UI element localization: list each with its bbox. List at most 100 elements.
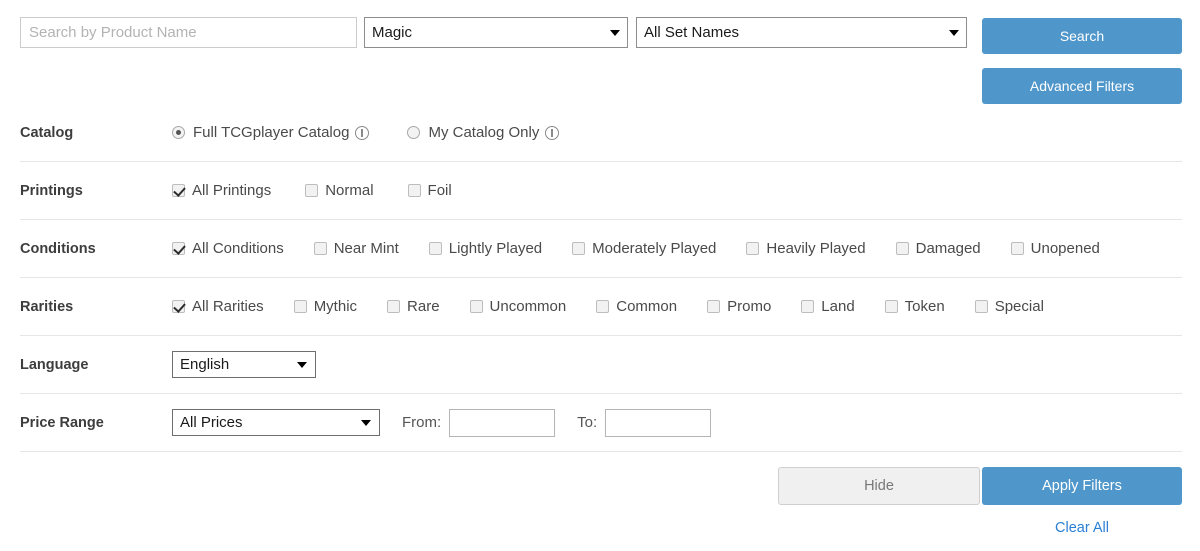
checkbox-option-common[interactable]: Common: [596, 298, 677, 315]
checkbox-label: Land: [821, 298, 854, 315]
clear-all-link[interactable]: Clear All: [982, 520, 1182, 536]
hide-button[interactable]: Hide: [778, 467, 980, 505]
checkbox-label: Moderately Played: [592, 240, 716, 257]
checkbox-option-all-printings[interactable]: All Printings: [172, 182, 271, 199]
checkbox-icon[interactable]: [387, 300, 400, 313]
checkbox-icon[interactable]: [172, 184, 185, 197]
checkbox-label: Near Mint: [334, 240, 399, 257]
catalog-label: Catalog: [20, 125, 148, 141]
checkbox-icon[interactable]: [896, 242, 909, 255]
filter-row-language: Language English: [20, 336, 1182, 394]
checkbox-label: Normal: [325, 182, 373, 199]
checkbox-icon[interactable]: [975, 300, 988, 313]
checkbox-icon[interactable]: [1011, 242, 1024, 255]
checkbox-option-damaged[interactable]: Damaged: [896, 240, 981, 257]
info-icon[interactable]: [355, 126, 369, 140]
filter-rows: Catalog Full TCGplayer Catalog My Catalo…: [20, 104, 1182, 452]
checkbox-label: Heavily Played: [766, 240, 865, 257]
checkbox-option-promo[interactable]: Promo: [707, 298, 771, 315]
checkbox-option-foil[interactable]: Foil: [408, 182, 452, 199]
advanced-filters-button[interactable]: Advanced Filters: [982, 68, 1182, 104]
price-range-select[interactable]: All Prices: [172, 409, 380, 436]
checkbox-label: Token: [905, 298, 945, 315]
checkbox-icon[interactable]: [596, 300, 609, 313]
category-select[interactable]: Magic: [364, 17, 628, 48]
chevron-down-icon: [610, 30, 620, 36]
apply-filters-button[interactable]: Apply Filters: [982, 467, 1182, 505]
checkbox-icon[interactable]: [408, 184, 421, 197]
checkbox-label: Special: [995, 298, 1044, 315]
checkbox-icon[interactable]: [172, 242, 185, 255]
checkbox-option-moderately-played[interactable]: Moderately Played: [572, 240, 716, 257]
language-select-value: English: [180, 356, 229, 373]
checkbox-label: Damaged: [916, 240, 981, 257]
checkbox-option-all-conditions[interactable]: All Conditions: [172, 240, 284, 257]
conditions-label: Conditions: [20, 241, 148, 257]
checkbox-option-uncommon[interactable]: Uncommon: [470, 298, 567, 315]
checkbox-option-normal[interactable]: Normal: [305, 182, 373, 199]
product-name-search-input[interactable]: [20, 17, 357, 48]
price-from-label: From:: [402, 414, 441, 431]
checkbox-option-rare[interactable]: Rare: [387, 298, 440, 315]
checkbox-option-token[interactable]: Token: [885, 298, 945, 315]
filter-row-catalog: Catalog Full TCGplayer Catalog My Catalo…: [20, 104, 1182, 162]
language-label: Language: [20, 357, 148, 373]
chevron-down-icon: [297, 362, 307, 368]
advanced-search-filter-panel: Magic All Set Names Search Advanced Filt…: [0, 0, 1200, 551]
checkbox-icon[interactable]: [314, 242, 327, 255]
category-select-value: Magic: [372, 24, 412, 41]
checkbox-label: All Printings: [192, 182, 271, 199]
checkbox-icon[interactable]: [429, 242, 442, 255]
radio-option-full-tcgplayer-catalog[interactable]: Full TCGplayer Catalog: [172, 124, 369, 141]
set-name-select[interactable]: All Set Names: [636, 17, 967, 48]
set-name-select-value: All Set Names: [644, 24, 739, 41]
checkbox-icon[interactable]: [470, 300, 483, 313]
checkbox-option-heavily-played[interactable]: Heavily Played: [746, 240, 865, 257]
language-select[interactable]: English: [172, 351, 316, 378]
checkbox-icon[interactable]: [172, 300, 185, 313]
checkbox-icon[interactable]: [801, 300, 814, 313]
price-from-input[interactable]: [449, 409, 555, 437]
info-icon[interactable]: [545, 126, 559, 140]
checkbox-label: Unopened: [1031, 240, 1100, 257]
search-button[interactable]: Search: [982, 18, 1182, 54]
checkbox-label: All Conditions: [192, 240, 284, 257]
filter-row-rarities: Rarities All Rarities Mythic Rare Uncomm…: [20, 278, 1182, 336]
price-range-label: Price Range: [20, 415, 148, 431]
checkbox-icon[interactable]: [305, 184, 318, 197]
checkbox-option-unopened[interactable]: Unopened: [1011, 240, 1100, 257]
checkbox-label: Rare: [407, 298, 440, 315]
radio-icon[interactable]: [172, 126, 185, 139]
filter-actions: Hide Apply Filters Clear All: [0, 462, 1200, 551]
checkbox-label: Lightly Played: [449, 240, 542, 257]
checkbox-option-lightly-played[interactable]: Lightly Played: [429, 240, 542, 257]
checkbox-label: Foil: [428, 182, 452, 199]
chevron-down-icon: [949, 30, 959, 36]
checkbox-label: All Rarities: [192, 298, 264, 315]
checkbox-label: Promo: [727, 298, 771, 315]
radio-label: My Catalog Only: [428, 124, 539, 141]
checkbox-option-all-rarities[interactable]: All Rarities: [172, 298, 264, 315]
checkbox-option-mythic[interactable]: Mythic: [294, 298, 357, 315]
chevron-down-icon: [361, 420, 371, 426]
checkbox-icon[interactable]: [885, 300, 898, 313]
filter-row-price-range: Price Range All Prices From: To:: [20, 394, 1182, 452]
checkbox-icon[interactable]: [707, 300, 720, 313]
checkbox-option-special[interactable]: Special: [975, 298, 1044, 315]
checkbox-icon[interactable]: [294, 300, 307, 313]
printings-label: Printings: [20, 183, 148, 199]
checkbox-icon[interactable]: [572, 242, 585, 255]
price-range-select-value: All Prices: [180, 414, 243, 431]
rarities-label: Rarities: [20, 299, 148, 315]
checkbox-label: Uncommon: [490, 298, 567, 315]
checkbox-icon[interactable]: [746, 242, 759, 255]
checkbox-label: Mythic: [314, 298, 357, 315]
checkbox-option-land[interactable]: Land: [801, 298, 854, 315]
price-to-input[interactable]: [605, 409, 711, 437]
radio-label: Full TCGplayer Catalog: [193, 124, 349, 141]
radio-option-my-catalog-only[interactable]: My Catalog Only: [407, 124, 559, 141]
price-to-label: To:: [577, 414, 597, 431]
checkbox-option-near-mint[interactable]: Near Mint: [314, 240, 399, 257]
filter-row-conditions: Conditions All Conditions Near Mint Ligh…: [20, 220, 1182, 278]
radio-icon[interactable]: [407, 126, 420, 139]
